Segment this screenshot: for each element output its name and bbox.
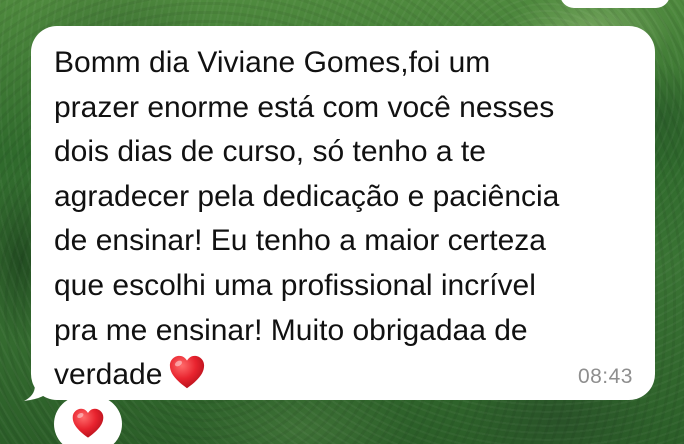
red-heart-icon: [72, 408, 104, 438]
message-line: agradecer pela dedicação e paciência: [54, 179, 560, 213]
message-line: de ensinar! Eu tenho a maior certeza: [54, 224, 546, 258]
reaction-badge[interactable]: [54, 396, 122, 444]
message-line: que escolhi uma profissional incrível: [54, 268, 536, 302]
message-line: verdade: [54, 358, 163, 392]
red-heart-icon: [170, 356, 205, 389]
message-text: Bomm dia Viviane Gomes,foi um prazer eno…: [54, 41, 654, 398]
message-line-last: verdade: [54, 353, 654, 398]
message-timestamp: 08:43: [577, 365, 633, 388]
message-line: Bomm dia Viviane Gomes,foi um: [54, 46, 491, 79]
message-line: prazer enorme está com você nesses: [54, 90, 555, 124]
message-bubble[interactable]: Bomm dia Viviane Gomes,foi um prazer eno…: [31, 26, 655, 400]
message-line: pra me ensinar! Muito obrigadaa de: [54, 313, 528, 347]
previous-message-bubble-edge[interactable]: [560, 0, 670, 8]
message-line: dois dias de curso, só tenho a te: [54, 135, 486, 169]
